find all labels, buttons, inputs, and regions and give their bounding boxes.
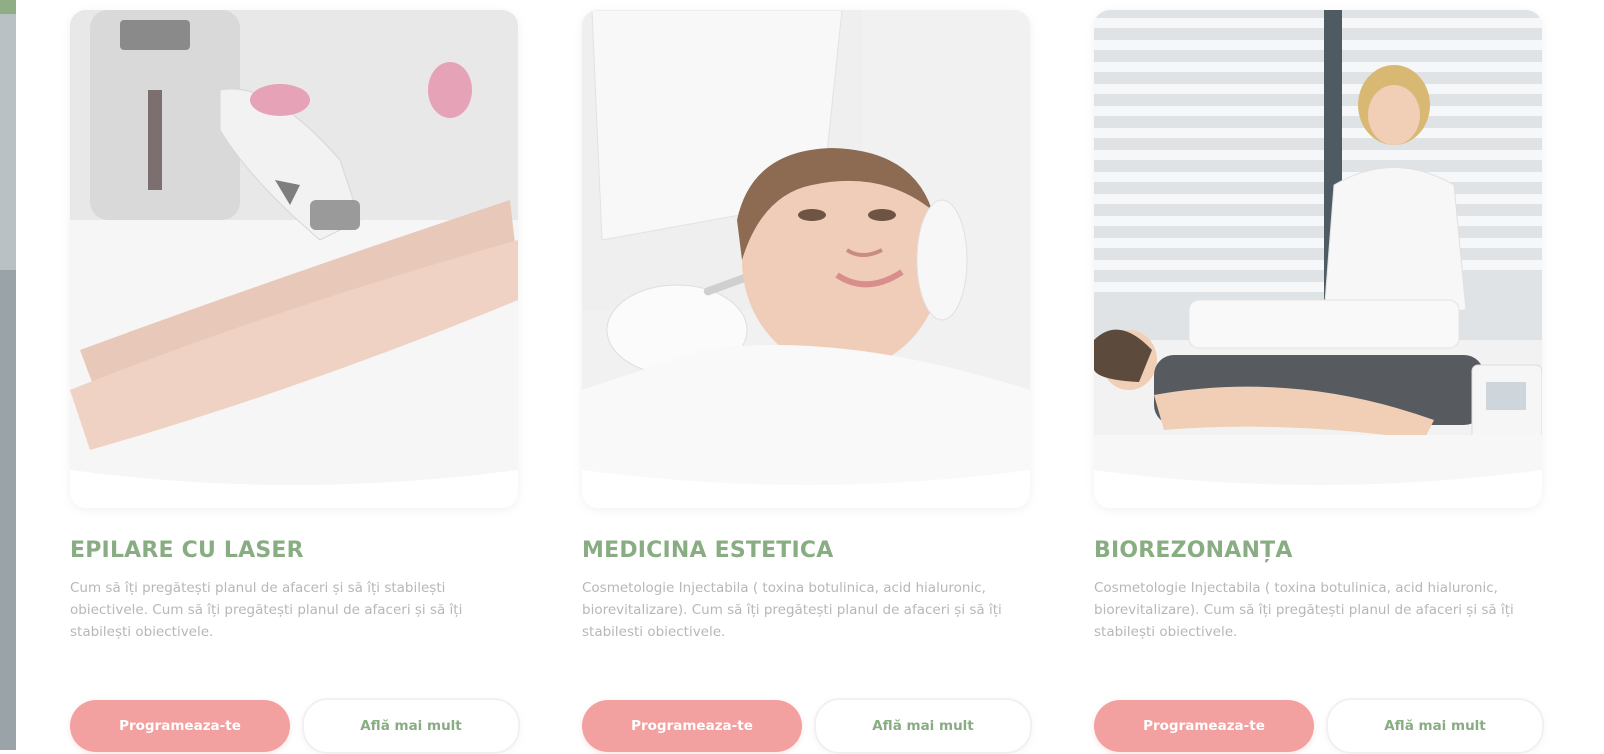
service-description: Cosmetologie Injectabila ( toxina botuli… [1094, 580, 1514, 640]
book-appointment-button[interactable]: Programeaza-te [582, 700, 802, 752]
service-actions: Programeaza-te Află mai mult [582, 698, 1032, 754]
services-grid: EPILARE CU LASER Cum să îți pregătești p… [70, 10, 1544, 754]
laser-hair-removal-photo [70, 10, 518, 508]
service-actions: Programeaza-te Află mai mult [1094, 698, 1544, 754]
service-title: EPILARE CU LASER [70, 538, 304, 563]
learn-more-button[interactable]: Află mai mult [1326, 698, 1544, 754]
service-card-bioresonance: BIOREZONANȚA Cosmetologie Injectabila ( … [1094, 10, 1544, 754]
service-title: MEDICINA ESTETICA [582, 538, 834, 563]
service-actions: Programeaza-te Află mai mult [70, 698, 520, 754]
service-card-laser: EPILARE CU LASER Cum să îți pregătești p… [70, 10, 520, 754]
service-description: Cosmetologie Injectabila ( toxina botuli… [582, 580, 1002, 640]
page-edge-decoration [0, 0, 16, 750]
service-description: Cum să îți pregătești planul de afaceri … [70, 580, 463, 640]
learn-more-button[interactable]: Află mai mult [814, 698, 1032, 754]
book-appointment-button[interactable]: Programeaza-te [1094, 700, 1314, 752]
learn-more-button[interactable]: Află mai mult [302, 698, 520, 754]
service-card-aesthetic-medicine: MEDICINA ESTETICA Cosmetologie Injectabi… [582, 10, 1032, 754]
aesthetic-injection-photo [582, 10, 1030, 508]
service-title: BIOREZONANȚA [1094, 538, 1293, 563]
bioresonance-photo [1094, 10, 1542, 508]
book-appointment-button[interactable]: Programeaza-te [70, 700, 290, 752]
